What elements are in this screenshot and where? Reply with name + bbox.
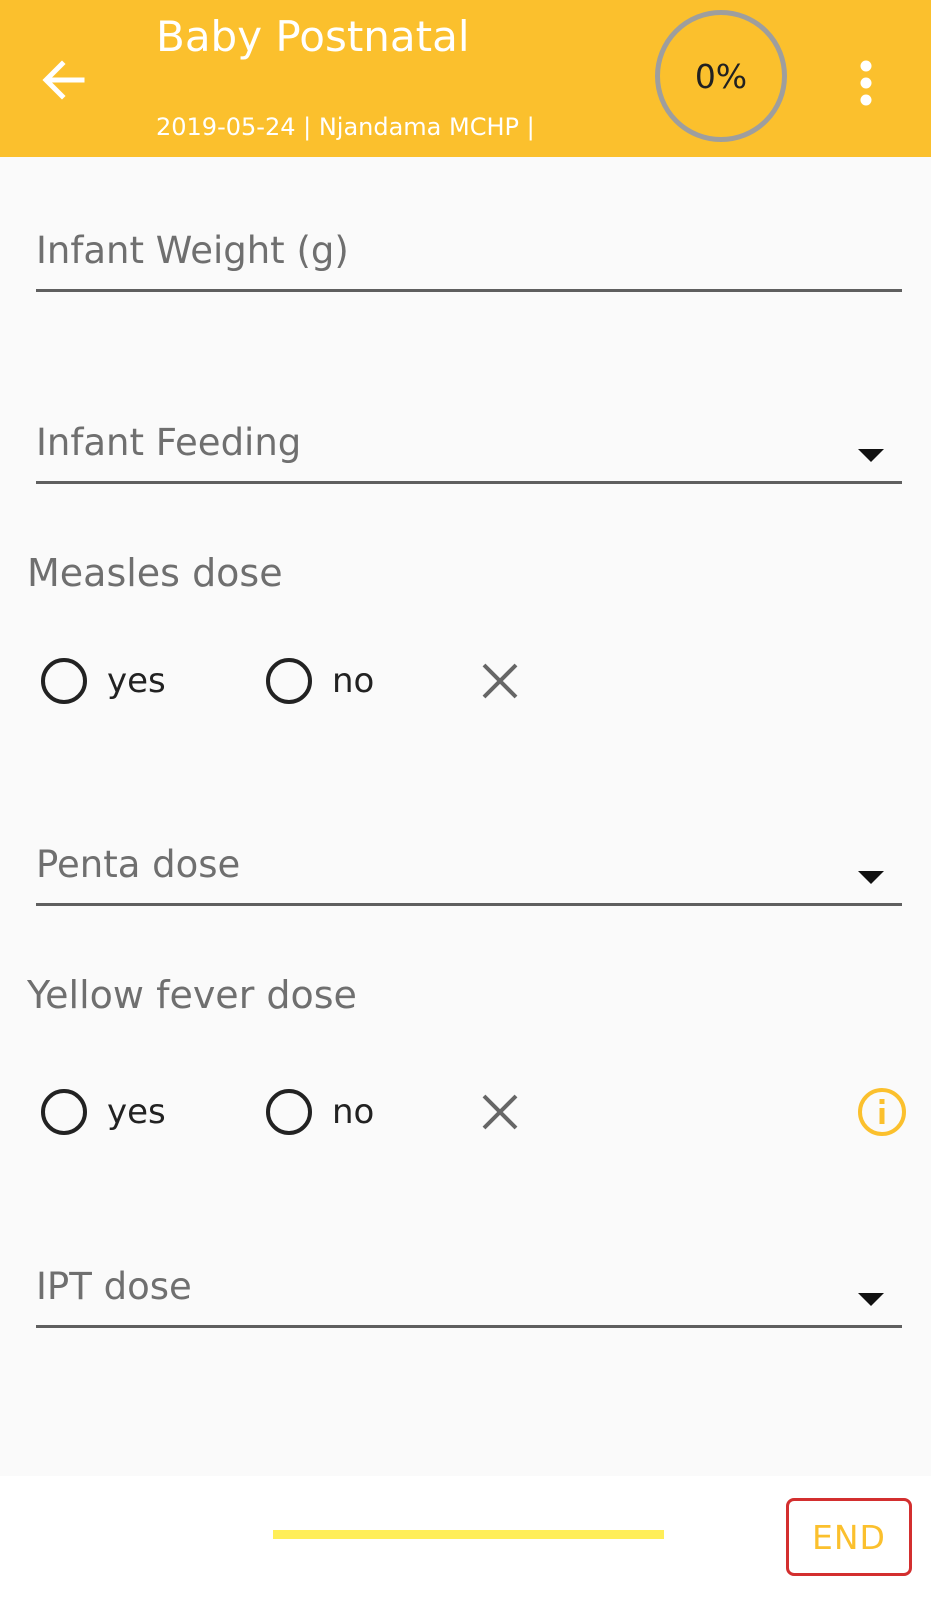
- radio-circle-icon: [266, 658, 312, 704]
- measles-dose-clear-button[interactable]: [476, 657, 524, 705]
- overflow-menu-button[interactable]: [848, 58, 884, 110]
- form-progress-bar: [273, 1530, 664, 1539]
- close-icon: [482, 663, 518, 699]
- close-icon: [482, 1094, 518, 1130]
- radio-circle-icon: [266, 1089, 312, 1135]
- ipt-dose-label: IPT dose: [36, 1265, 192, 1308]
- yellow-fever-dose-radio-group: yes no: [0, 1082, 931, 1142]
- form-title: Baby Postnatal: [156, 12, 470, 61]
- penta-dose-label: Penta dose: [36, 843, 241, 886]
- infant-feeding-label: Infant Feeding: [36, 421, 302, 464]
- infant-weight-placeholder: Infant Weight (g): [36, 229, 349, 272]
- info-icon: [858, 1088, 906, 1136]
- infant-weight-field[interactable]: Infant Weight (g): [36, 229, 902, 292]
- measles-dose-no-option[interactable]: no: [266, 651, 374, 711]
- more-vert-icon: [860, 60, 872, 106]
- dropdown-arrow-icon: [858, 871, 884, 884]
- radio-label: no: [332, 1092, 375, 1132]
- measles-dose-question: Measles dose: [27, 551, 283, 595]
- radio-label: no: [332, 661, 375, 701]
- radio-circle-icon: [41, 658, 87, 704]
- radio-label: yes: [107, 661, 166, 701]
- measles-dose-radio-group: yes no: [0, 651, 931, 711]
- penta-dose-dropdown[interactable]: Penta dose: [36, 843, 902, 906]
- yellow-fever-dose-no-option[interactable]: no: [266, 1082, 374, 1142]
- end-button[interactable]: END: [786, 1498, 912, 1576]
- yellow-fever-dose-question: Yellow fever dose: [27, 973, 357, 1017]
- form-subtitle: 2019-05-24 | Njandama MCHP |: [156, 113, 535, 141]
- measles-dose-yes-option[interactable]: yes: [41, 651, 166, 711]
- completion-progress: 0%: [655, 10, 787, 142]
- yellow-fever-info-button[interactable]: [856, 1086, 908, 1138]
- dropdown-arrow-icon: [858, 449, 884, 462]
- arrow-left-icon: [42, 60, 85, 100]
- radio-label: yes: [107, 1092, 166, 1132]
- dropdown-arrow-icon: [858, 1293, 884, 1306]
- yellow-fever-dose-yes-option[interactable]: yes: [41, 1082, 166, 1142]
- radio-circle-icon: [41, 1089, 87, 1135]
- app-bar: Baby Postnatal 2019-05-24 | Njandama MCH…: [0, 0, 931, 157]
- ipt-dose-dropdown[interactable]: IPT dose: [36, 1265, 902, 1328]
- infant-feeding-dropdown[interactable]: Infant Feeding: [36, 421, 902, 484]
- back-button[interactable]: [36, 52, 92, 108]
- yellow-fever-dose-clear-button[interactable]: [476, 1088, 524, 1136]
